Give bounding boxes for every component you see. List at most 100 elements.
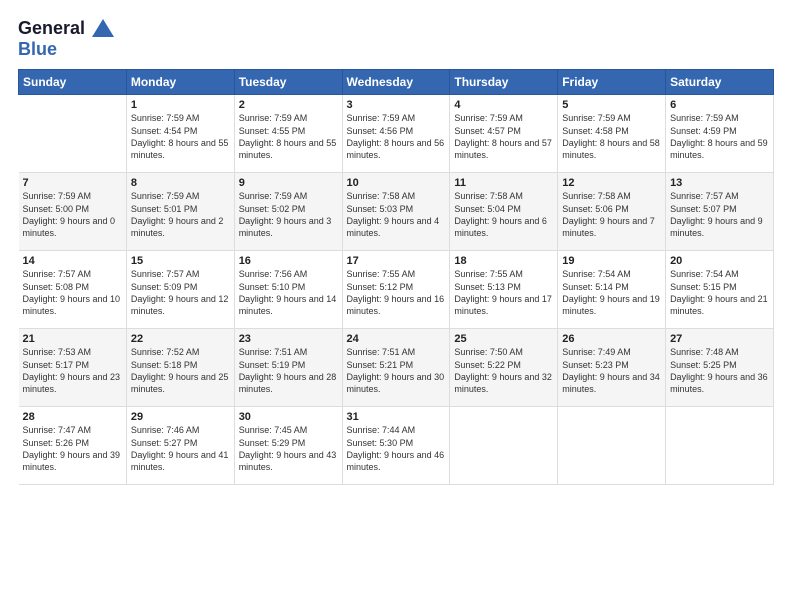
calendar-cell: 15Sunrise: 7:57 AMSunset: 5:09 PMDayligh… [126,251,234,329]
day-info: Sunrise: 7:49 AMSunset: 5:23 PMDaylight:… [562,346,661,395]
day-number: 20 [670,255,769,267]
day-info: Sunrise: 7:58 AMSunset: 5:06 PMDaylight:… [562,190,661,239]
day-number: 25 [454,333,553,345]
calendar-cell: 20Sunrise: 7:54 AMSunset: 5:15 PMDayligh… [666,251,774,329]
day-info: Sunrise: 7:57 AMSunset: 5:08 PMDaylight:… [23,268,122,317]
day-info: Sunrise: 7:47 AMSunset: 5:26 PMDaylight:… [23,424,122,473]
logo: General Blue [18,18,114,59]
day-number: 27 [670,333,769,345]
day-number: 3 [347,99,446,111]
day-info: Sunrise: 7:59 AMSunset: 4:56 PMDaylight:… [347,112,446,161]
col-header-monday: Monday [126,70,234,95]
calendar-cell: 30Sunrise: 7:45 AMSunset: 5:29 PMDayligh… [234,407,342,485]
calendar-cell [666,407,774,485]
calendar-cell: 24Sunrise: 7:51 AMSunset: 5:21 PMDayligh… [342,329,450,407]
calendar-cell [450,407,558,485]
day-number: 6 [670,99,769,111]
calendar-cell: 9Sunrise: 7:59 AMSunset: 5:02 PMDaylight… [234,173,342,251]
calendar-cell: 16Sunrise: 7:56 AMSunset: 5:10 PMDayligh… [234,251,342,329]
day-number: 14 [23,255,122,267]
calendar-cell: 28Sunrise: 7:47 AMSunset: 5:26 PMDayligh… [19,407,127,485]
day-info: Sunrise: 7:46 AMSunset: 5:27 PMDaylight:… [131,424,230,473]
day-info: Sunrise: 7:59 AMSunset: 5:02 PMDaylight:… [239,190,338,239]
day-number: 19 [562,255,661,267]
calendar-table: SundayMondayTuesdayWednesdayThursdayFrid… [18,69,774,485]
calendar-cell: 2Sunrise: 7:59 AMSunset: 4:55 PMDaylight… [234,95,342,173]
day-info: Sunrise: 7:59 AMSunset: 5:01 PMDaylight:… [131,190,230,239]
day-number: 10 [347,177,446,189]
day-number: 23 [239,333,338,345]
calendar-cell: 31Sunrise: 7:44 AMSunset: 5:30 PMDayligh… [342,407,450,485]
col-header-tuesday: Tuesday [234,70,342,95]
day-number: 12 [562,177,661,189]
calendar-cell: 12Sunrise: 7:58 AMSunset: 5:06 PMDayligh… [558,173,666,251]
day-info: Sunrise: 7:59 AMSunset: 4:58 PMDaylight:… [562,112,661,161]
logo-icon [92,19,114,37]
day-number: 2 [239,99,338,111]
day-number: 31 [347,411,446,423]
calendar-cell [558,407,666,485]
calendar-cell: 25Sunrise: 7:50 AMSunset: 5:22 PMDayligh… [450,329,558,407]
day-info: Sunrise: 7:51 AMSunset: 5:19 PMDaylight:… [239,346,338,395]
calendar-cell: 5Sunrise: 7:59 AMSunset: 4:58 PMDaylight… [558,95,666,173]
calendar-cell: 4Sunrise: 7:59 AMSunset: 4:57 PMDaylight… [450,95,558,173]
day-info: Sunrise: 7:57 AMSunset: 5:09 PMDaylight:… [131,268,230,317]
col-header-wednesday: Wednesday [342,70,450,95]
day-number: 17 [347,255,446,267]
calendar-cell: 26Sunrise: 7:49 AMSunset: 5:23 PMDayligh… [558,329,666,407]
day-number: 8 [131,177,230,189]
calendar-cell: 7Sunrise: 7:59 AMSunset: 5:00 PMDaylight… [19,173,127,251]
day-number: 26 [562,333,661,345]
calendar-row-5: 28Sunrise: 7:47 AMSunset: 5:26 PMDayligh… [19,407,774,485]
calendar-row-1: 1Sunrise: 7:59 AMSunset: 4:54 PMDaylight… [19,95,774,173]
day-info: Sunrise: 7:55 AMSunset: 5:12 PMDaylight:… [347,268,446,317]
calendar-cell: 13Sunrise: 7:57 AMSunset: 5:07 PMDayligh… [666,173,774,251]
day-number: 30 [239,411,338,423]
day-info: Sunrise: 7:54 AMSunset: 5:15 PMDaylight:… [670,268,769,317]
day-info: Sunrise: 7:44 AMSunset: 5:30 PMDaylight:… [347,424,446,473]
calendar-cell: 14Sunrise: 7:57 AMSunset: 5:08 PMDayligh… [19,251,127,329]
calendar-cell: 6Sunrise: 7:59 AMSunset: 4:59 PMDaylight… [666,95,774,173]
day-info: Sunrise: 7:48 AMSunset: 5:25 PMDaylight:… [670,346,769,395]
day-info: Sunrise: 7:59 AMSunset: 4:55 PMDaylight:… [239,112,338,161]
day-number: 18 [454,255,553,267]
day-info: Sunrise: 7:56 AMSunset: 5:10 PMDaylight:… [239,268,338,317]
day-number: 22 [131,333,230,345]
day-number: 7 [23,177,122,189]
col-header-sunday: Sunday [19,70,127,95]
calendar-cell: 29Sunrise: 7:46 AMSunset: 5:27 PMDayligh… [126,407,234,485]
col-header-saturday: Saturday [666,70,774,95]
calendar-cell: 22Sunrise: 7:52 AMSunset: 5:18 PMDayligh… [126,329,234,407]
day-number: 15 [131,255,230,267]
calendar-cell: 8Sunrise: 7:59 AMSunset: 5:01 PMDaylight… [126,173,234,251]
day-info: Sunrise: 7:57 AMSunset: 5:07 PMDaylight:… [670,190,769,239]
calendar-cell: 10Sunrise: 7:58 AMSunset: 5:03 PMDayligh… [342,173,450,251]
day-info: Sunrise: 7:59 AMSunset: 5:00 PMDaylight:… [23,190,122,239]
day-number: 11 [454,177,553,189]
col-header-friday: Friday [558,70,666,95]
day-info: Sunrise: 7:58 AMSunset: 5:03 PMDaylight:… [347,190,446,239]
day-info: Sunrise: 7:59 AMSunset: 4:59 PMDaylight:… [670,112,769,161]
day-number: 5 [562,99,661,111]
calendar-cell: 21Sunrise: 7:53 AMSunset: 5:17 PMDayligh… [19,329,127,407]
day-info: Sunrise: 7:52 AMSunset: 5:18 PMDaylight:… [131,346,230,395]
header: General Blue [18,18,774,59]
calendar-cell: 18Sunrise: 7:55 AMSunset: 5:13 PMDayligh… [450,251,558,329]
calendar-row-4: 21Sunrise: 7:53 AMSunset: 5:17 PMDayligh… [19,329,774,407]
day-info: Sunrise: 7:59 AMSunset: 4:54 PMDaylight:… [131,112,230,161]
calendar-cell [19,95,127,173]
calendar-cell: 27Sunrise: 7:48 AMSunset: 5:25 PMDayligh… [666,329,774,407]
calendar-row-2: 7Sunrise: 7:59 AMSunset: 5:00 PMDaylight… [19,173,774,251]
day-info: Sunrise: 7:51 AMSunset: 5:21 PMDaylight:… [347,346,446,395]
logo-blue: Blue [18,40,114,60]
calendar-cell: 23Sunrise: 7:51 AMSunset: 5:19 PMDayligh… [234,329,342,407]
day-info: Sunrise: 7:59 AMSunset: 4:57 PMDaylight:… [454,112,553,161]
day-info: Sunrise: 7:54 AMSunset: 5:14 PMDaylight:… [562,268,661,317]
calendar-cell: 3Sunrise: 7:59 AMSunset: 4:56 PMDaylight… [342,95,450,173]
day-info: Sunrise: 7:55 AMSunset: 5:13 PMDaylight:… [454,268,553,317]
col-header-thursday: Thursday [450,70,558,95]
day-info: Sunrise: 7:53 AMSunset: 5:17 PMDaylight:… [23,346,122,395]
page: General Blue SundayMondayTuesdayWednesda… [0,0,792,612]
day-info: Sunrise: 7:45 AMSunset: 5:29 PMDaylight:… [239,424,338,473]
calendar-row-3: 14Sunrise: 7:57 AMSunset: 5:08 PMDayligh… [19,251,774,329]
